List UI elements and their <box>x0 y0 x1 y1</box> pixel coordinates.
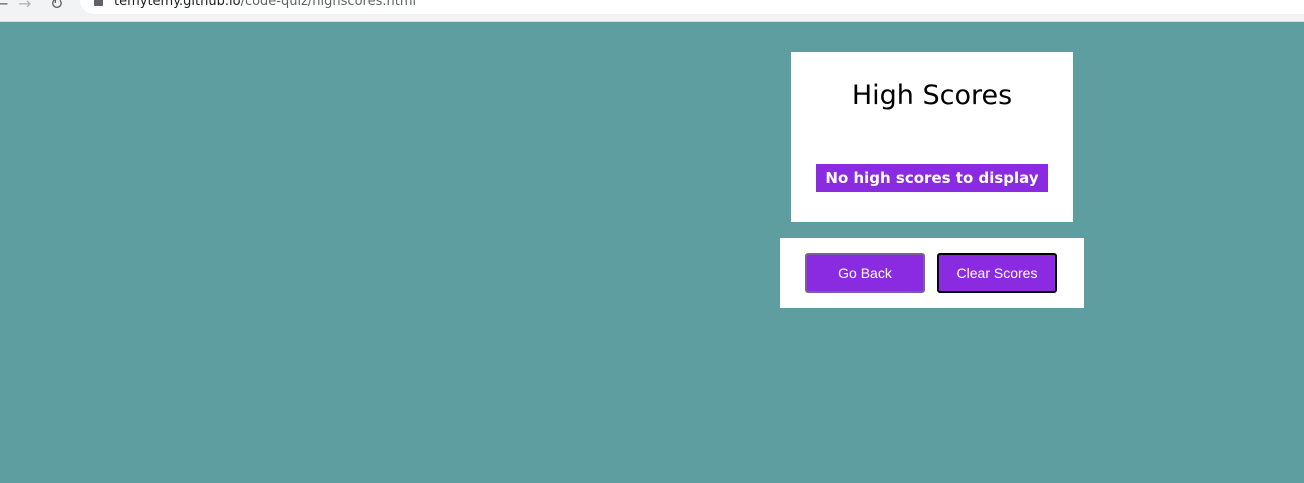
go-back-button[interactable]: Go Back <box>805 253 925 293</box>
high-scores-card: High Scores No high scores to display <box>791 52 1073 222</box>
empty-scores-message: No high scores to display <box>816 164 1048 192</box>
page-title: High Scores <box>851 80 1013 111</box>
lock-icon[interactable] <box>94 0 103 6</box>
forward-arrow-icon[interactable]: → <box>18 0 31 12</box>
url-path: /code-quiz/highscores.html <box>240 0 417 9</box>
browser-toolbar: ← → ↻ temytemy.github.io/code-quiz/highs… <box>0 0 1304 22</box>
clear-scores-button[interactable]: Clear Scores <box>937 253 1057 293</box>
reload-icon[interactable]: ↻ <box>50 0 63 12</box>
url-host: temytemy.github.io <box>114 0 241 9</box>
back-arrow-icon[interactable]: ← <box>0 0 8 12</box>
address-bar-url[interactable]: temytemy.github.io/code-quiz/highscores.… <box>114 0 416 10</box>
actions-card: Go Back Clear Scores <box>780 238 1084 308</box>
